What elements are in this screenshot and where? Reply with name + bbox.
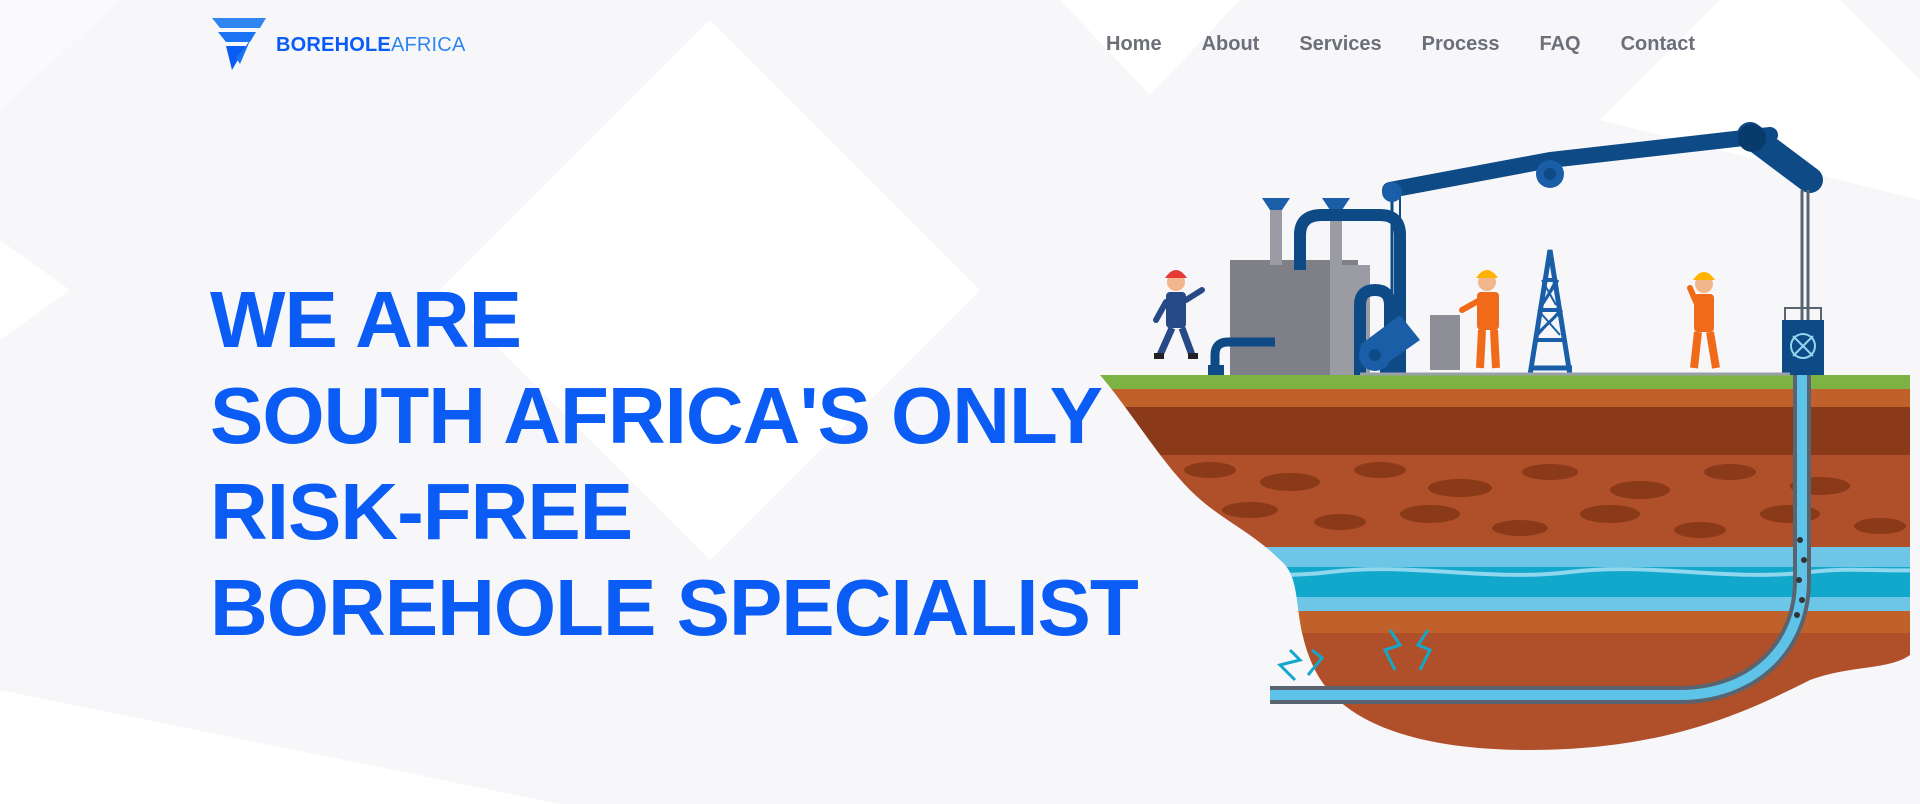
brand-name-light: AFRICA <box>390 34 466 56</box>
nav-about[interactable]: About <box>1202 30 1260 58</box>
hero-line-4: BOREHOLE SPECIALIST <box>210 563 1139 652</box>
brand-name-bold: BOREHOLE <box>276 34 391 56</box>
hero-line-1: WE ARE <box>210 275 522 364</box>
brand-logo[interactable]: BOREHOLEAFRICA <box>212 18 466 70</box>
brand-name: BOREHOLEAFRICA <box>276 35 466 55</box>
nav-home[interactable]: Home <box>1106 30 1162 58</box>
hero-line-3: RISK-FREE <box>210 467 633 556</box>
borehole-illustration <box>1100 122 1910 750</box>
worker-phone <box>1687 272 1720 369</box>
worker-running <box>1153 270 1205 359</box>
hero-line-2: SOUTH AFRICA'S ONLY <box>210 371 1103 460</box>
worker-operator <box>1459 270 1500 369</box>
site-header: BOREHOLEAFRICA Home About Services Proce… <box>0 0 1920 90</box>
nav-contact[interactable]: Contact <box>1621 30 1695 58</box>
pumpjack <box>1359 122 1824 376</box>
nav-process[interactable]: Process <box>1422 30 1500 58</box>
hero-heading: WE ARE SOUTH AFRICA'S ONLY RISK-FREE BOR… <box>210 272 1139 656</box>
nav-faq[interactable]: FAQ <box>1539 30 1580 58</box>
chevron-stack-logo-icon <box>212 18 266 70</box>
main-nav: Home About Services Process FAQ Contact <box>1106 30 1695 58</box>
nav-services[interactable]: Services <box>1299 30 1381 58</box>
